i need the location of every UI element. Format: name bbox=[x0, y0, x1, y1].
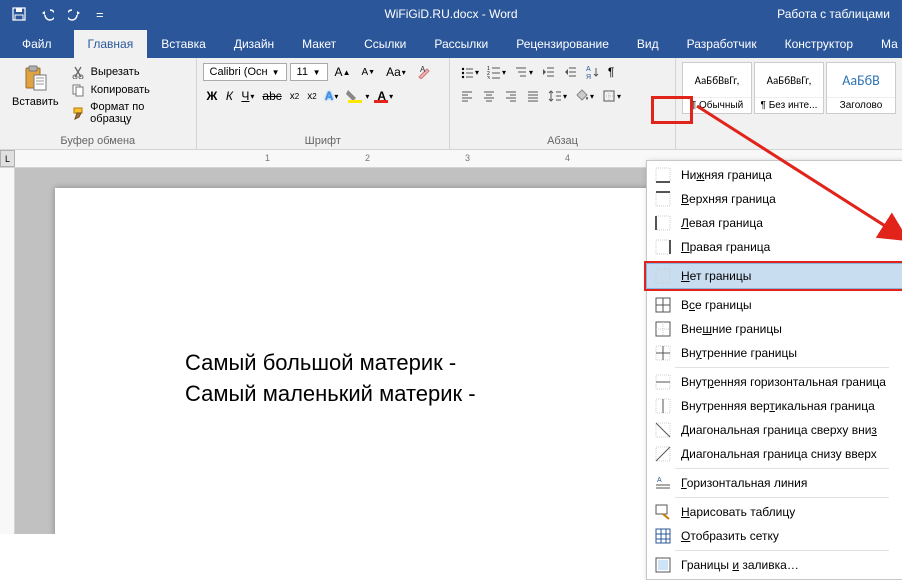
decrease-indent-button[interactable] bbox=[537, 62, 559, 82]
borders-button[interactable]: ▾ bbox=[598, 86, 625, 106]
tab-view[interactable]: Вид bbox=[623, 30, 673, 58]
tab-mailings[interactable]: Рассылки bbox=[420, 30, 502, 58]
window-title: WiFiGiD.RU.docx - Word bbox=[384, 7, 517, 21]
save-icon[interactable] bbox=[12, 7, 26, 22]
redo-icon[interactable] bbox=[68, 7, 82, 22]
border-top-item[interactable]: Верхняя граница bbox=[647, 187, 902, 211]
grow-font-button[interactable]: A▲ bbox=[331, 62, 355, 82]
border-right-item[interactable]: Правая граница bbox=[647, 235, 902, 259]
horizontal-line-item[interactable]: AГоризонтальная линия bbox=[647, 471, 902, 495]
shrink-font-button[interactable]: A▼ bbox=[357, 62, 379, 82]
change-case-button[interactable]: Aa▾ bbox=[382, 62, 410, 82]
font-size-combo[interactable]: 11▼ bbox=[290, 63, 328, 81]
shading-button[interactable]: ▾ bbox=[571, 86, 598, 106]
show-marks-button[interactable]: ¶ bbox=[603, 62, 619, 82]
view-gridlines-item[interactable]: Отобразить сетку bbox=[647, 524, 902, 548]
group-font-label: Шрифт bbox=[203, 133, 443, 149]
border-diag-down-item[interactable]: Диагональная граница сверху вниз bbox=[647, 418, 902, 442]
brush-icon bbox=[71, 106, 85, 120]
font-color-button[interactable]: A▾ bbox=[373, 86, 397, 106]
tab-home[interactable]: Главная bbox=[74, 30, 148, 58]
tab-table-layout[interactable]: Ма bbox=[867, 30, 902, 58]
group-clipboard-label: Буфер обмена bbox=[6, 133, 190, 149]
border-inside-v-item[interactable]: Внутренняя вертикальная граница bbox=[647, 394, 902, 418]
align-center-button[interactable] bbox=[478, 86, 500, 106]
tab-layout[interactable]: Макет bbox=[288, 30, 350, 58]
svg-text:Я: Я bbox=[586, 74, 591, 79]
font-name-combo[interactable]: Calibri (Осн▼ bbox=[203, 63, 287, 81]
strikethrough-button[interactable]: abc bbox=[258, 86, 285, 106]
doc-line-1[interactable]: Самый большой материк - bbox=[185, 348, 685, 379]
border-bottom-item[interactable]: Нижняя граница bbox=[647, 163, 902, 187]
subscript-button[interactable]: x2 bbox=[286, 86, 303, 106]
group-paragraph-label: Абзац bbox=[456, 133, 669, 149]
tab-table-design[interactable]: Конструктор bbox=[771, 30, 867, 58]
tab-insert[interactable]: Вставка bbox=[147, 30, 220, 58]
tab-design[interactable]: Дизайн bbox=[220, 30, 288, 58]
align-right-button[interactable] bbox=[500, 86, 522, 106]
border-none-item[interactable]: Нет границы bbox=[647, 264, 902, 288]
format-painter-button[interactable]: Формат по образцу bbox=[67, 100, 190, 126]
justify-button[interactable] bbox=[522, 86, 544, 106]
border-inside-item[interactable]: Внутренние границы bbox=[647, 341, 902, 365]
borders-menu: Нижняя граница Верхняя граница Левая гра… bbox=[646, 160, 902, 580]
ruler-corner[interactable]: L bbox=[0, 150, 15, 167]
tab-references[interactable]: Ссылки bbox=[350, 30, 420, 58]
bold-button[interactable]: Ж bbox=[203, 86, 222, 106]
borders-dialog-item[interactable]: Границы и заливка… bbox=[647, 553, 902, 577]
clear-format-button[interactable]: A bbox=[413, 62, 435, 82]
italic-button[interactable]: К bbox=[221, 86, 237, 106]
title-bar: = WiFiGiD.RU.docx - Word Работа с таблиц… bbox=[0, 0, 902, 28]
border-left-item[interactable]: Левая граница bbox=[647, 211, 902, 235]
ribbon-tabs: Файл Главная Вставка Дизайн Макет Ссылки… bbox=[0, 28, 902, 58]
border-inside-h-item[interactable]: Внутренняя горизонтальная граница bbox=[647, 370, 902, 394]
doc-line-2[interactable]: Самый маленький материк - bbox=[185, 379, 685, 410]
ribbon: Вставить Вырезать Копировать Формат по о… bbox=[0, 58, 902, 150]
draw-table-item[interactable]: Нарисовать таблицу bbox=[647, 500, 902, 524]
style-nospacing[interactable]: АаБбВвГг,¶ Без инте... bbox=[754, 62, 824, 114]
paste-button[interactable]: Вставить bbox=[6, 62, 65, 126]
cut-button[interactable]: Вырезать bbox=[67, 64, 190, 80]
border-outside-item[interactable]: Внешние границы bbox=[647, 317, 902, 341]
paste-icon bbox=[21, 64, 49, 92]
text-effects-button[interactable]: A▾ bbox=[321, 86, 343, 106]
style-heading1[interactable]: АаБбВЗаголово bbox=[826, 62, 896, 114]
copy-icon bbox=[71, 83, 85, 97]
numbering-button[interactable]: 123▾ bbox=[483, 62, 510, 82]
vertical-ruler[interactable] bbox=[0, 168, 15, 534]
tab-review[interactable]: Рецензирование bbox=[502, 30, 623, 58]
svg-text:A: A bbox=[657, 477, 662, 484]
svg-text:3: 3 bbox=[487, 76, 490, 79]
tab-developer[interactable]: Разработчик bbox=[673, 30, 771, 58]
cut-icon bbox=[71, 65, 85, 79]
svg-text:A: A bbox=[420, 65, 426, 74]
paste-label: Вставить bbox=[12, 96, 59, 108]
align-left-button[interactable] bbox=[456, 86, 478, 106]
line-spacing-button[interactable]: ▾ bbox=[544, 86, 571, 106]
undo-icon[interactable] bbox=[40, 7, 54, 22]
copy-button[interactable]: Копировать bbox=[67, 82, 190, 98]
bullets-button[interactable]: ▾ bbox=[456, 62, 483, 82]
tab-file[interactable]: Файл bbox=[0, 30, 74, 58]
sort-button[interactable]: АЯ bbox=[581, 62, 603, 82]
border-diag-up-item[interactable]: Диагональная граница снизу вверх bbox=[647, 442, 902, 466]
svg-text:А: А bbox=[586, 66, 591, 73]
multilevel-button[interactable]: ▾ bbox=[510, 62, 537, 82]
increase-indent-button[interactable] bbox=[559, 62, 581, 82]
highlight-borders-button bbox=[651, 96, 693, 124]
superscript-button[interactable]: x2 bbox=[303, 86, 320, 106]
highlight-button[interactable]: ▾ bbox=[342, 86, 373, 106]
border-all-item[interactable]: Все границы bbox=[647, 293, 902, 317]
qat-customize-icon[interactable]: = bbox=[96, 7, 104, 22]
tools-context-label: Работа с таблицами bbox=[777, 7, 890, 21]
underline-button[interactable]: Ч▾ bbox=[237, 86, 258, 106]
